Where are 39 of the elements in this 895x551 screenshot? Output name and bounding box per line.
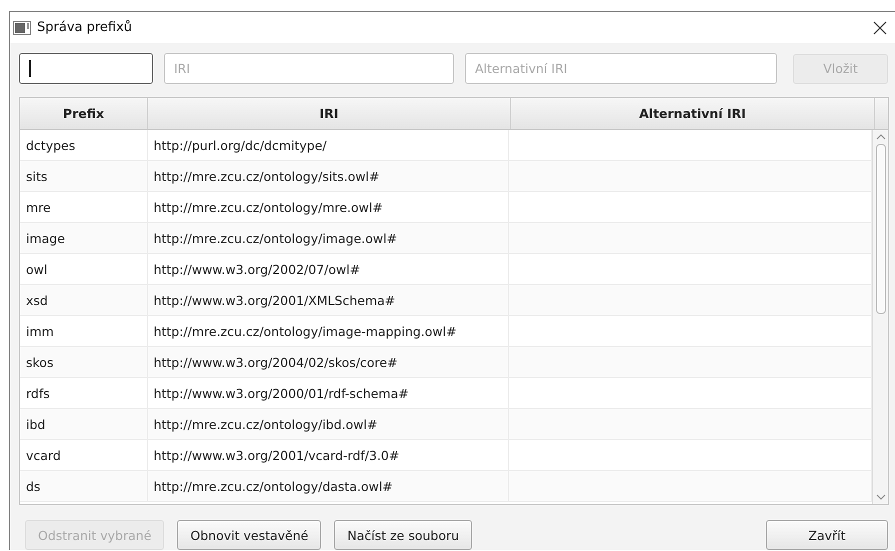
table-cell: http://mre.zcu.cz/ontology/sits.owl# <box>148 161 510 191</box>
scroll-down-icon[interactable] <box>876 493 886 501</box>
table-cell: ibd <box>20 409 148 439</box>
table-cell: http://mre.zcu.cz/ontology/image-mapping.owl# <box>148 316 510 346</box>
action-button[interactable]: Zavřít <box>766 520 888 550</box>
table-cell: rdfs <box>20 378 148 408</box>
table-cell: http://www.w3.org/2001/vcard-rdf/3.0# <box>148 440 510 470</box>
table-cell: dctypes <box>20 130 148 160</box>
scrollbar[interactable] <box>872 130 888 504</box>
iri-field[interactable]: IRI <box>164 53 454 84</box>
table-cell: http://mre.zcu.cz/ontology/dasta.owl# <box>148 471 510 501</box>
action-button[interactable]: Obnovit vestavěné <box>177 520 322 550</box>
window-title: Správa prefixů <box>37 20 132 35</box>
table-cell: http://www.w3.org/2001/XMLSchema# <box>148 285 510 315</box>
table-cell: xsd <box>20 285 148 315</box>
table-cell: vcard <box>20 440 148 470</box>
column-header[interactable]: IRI <box>148 98 511 129</box>
window-icon <box>13 20 31 34</box>
alternative-iri-field[interactable]: Alternativní IRI <box>465 53 777 84</box>
table-cell: image <box>20 223 148 253</box>
table-cell: skos <box>20 347 148 377</box>
scroll-up-icon[interactable] <box>876 133 886 141</box>
table-cell: sits <box>20 161 148 191</box>
table-cell: http://www.w3.org/2004/02/skos/core# <box>148 347 510 377</box>
column-header[interactable]: Alternativní IRI <box>511 98 875 129</box>
table-cell: http://www.w3.org/2000/01/rdf-schema# <box>148 378 510 408</box>
column-header[interactable]: Prefix <box>20 98 148 129</box>
table-cell: http://www.w3.org/2002/07/owl# <box>148 254 510 284</box>
table-cell: http://mre.zcu.cz/ontology/image.owl# <box>148 223 510 253</box>
table-cell: mre <box>20 192 148 222</box>
table-cell: ds <box>20 471 148 501</box>
close-icon[interactable] <box>873 20 887 34</box>
table-cell: owl <box>20 254 148 284</box>
table-cell: http://mre.zcu.cz/ontology/mre.owl# <box>148 192 510 222</box>
action-button[interactable]: Načíst ze souboru <box>334 520 472 550</box>
table-cell: http://purl.org/dc/dcmitype/ <box>148 130 510 160</box>
table-cell: imm <box>20 316 148 346</box>
table-cell: http://mre.zcu.cz/ontology/ibd.owl# <box>148 409 510 439</box>
prefix-field[interactable] <box>19 53 153 84</box>
